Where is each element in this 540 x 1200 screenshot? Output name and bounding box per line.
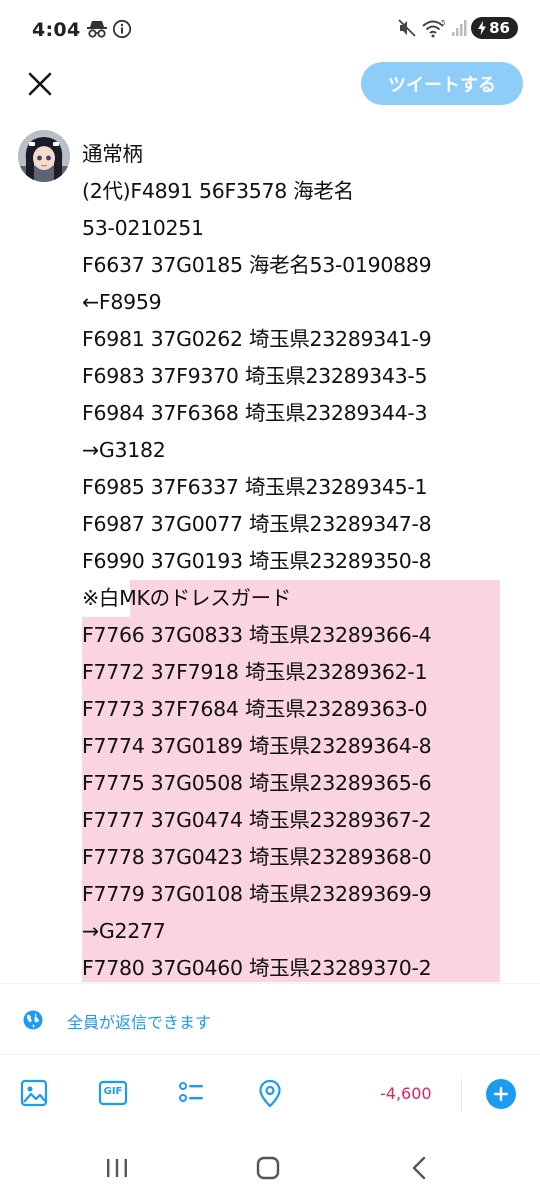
tweet-line: ←F8959 [82,290,162,314]
battery-indicator: 86 [471,17,518,39]
location-icon[interactable] [255,1078,285,1108]
tweet-line: F6987 37G0077 埼玉県23289347-8 [82,512,432,536]
tweet-line-overflow: F7780 37G0460 埼玉県23289370-2 [82,950,500,982]
status-bar: 4:04 5 86 [0,0,540,62]
character-count: -4,600 [380,1084,432,1103]
poll-icon[interactable] [176,1078,206,1108]
recent-apps-icon[interactable] [102,1153,132,1183]
close-button[interactable] [24,68,56,100]
gif-label: GIF [103,1086,123,1097]
status-left-icons [86,19,132,39]
charging-bolt-icon [478,21,487,35]
reply-setting[interactable]: 全員が返信できます [0,983,540,1055]
tweet-line-overflow: ※白MKのドレスガード [82,580,500,617]
image-icon[interactable] [19,1078,49,1108]
tweet-line-overflow: F7773 37F7684 埼玉県23289363-0 [82,691,500,728]
tweet-line-overflow: F7777 37G0474 埼玉県23289367-2 [82,802,500,839]
tweet-line: F6981 37G0262 埼玉県23289341-9 [82,327,432,351]
incognito-icon [87,21,107,38]
tweet-button[interactable]: ツイートする [361,62,523,105]
wifi-icon: 5 [422,19,446,38]
status-time: 4:04 [32,19,81,41]
gif-button[interactable]: GIF [98,1078,128,1108]
home-icon[interactable] [253,1153,283,1183]
tweet-line: F6637 37G0185 海老名53-0190889 [82,253,432,277]
tweet-line: 53-0210251 [82,216,204,240]
globe-icon [23,1010,43,1030]
signal-icon [452,20,467,36]
tweet-line-overflow: F7774 37G0189 埼玉県23289364-8 [82,728,500,765]
tweet-line-overflow: F7779 37G0108 埼玉県23289369-9 [82,876,500,913]
tweet-line-overflow: F7778 37G0423 埼玉県23289368-0 [82,839,500,876]
add-thread-button[interactable] [486,1079,516,1109]
tweet-line: →G3182 [82,438,166,462]
tweet-line: (2代)F4891 56F3578 海老名 [82,179,354,203]
plus-icon [493,1086,509,1102]
battery-level: 86 [489,19,510,37]
tweet-line: 通常柄 [82,142,143,166]
svg-text:5: 5 [441,19,445,27]
tweet-line-overflow: F7772 37F7918 埼玉県23289362-1 [82,654,500,691]
mute-icon [398,19,416,37]
toolbar-divider [461,1078,462,1112]
tweet-line-overflow: →G2277 [82,913,500,950]
avatar-image [18,130,70,182]
tweet-line: F6984 37F6368 埼玉県23289344-3 [82,401,428,425]
status-right: 5 86 [397,17,518,39]
reply-setting-label[interactable]: 全員が返信できます [67,1009,211,1033]
tweet-text-area[interactable]: 通常柄 (2代)F4891 56F3578 海老名 53-0210251 F66… [82,136,522,982]
back-icon[interactable] [405,1153,435,1183]
tweet-line: F6985 37F6337 埼玉県23289345-1 [82,475,428,499]
tweet-line: F6990 37G0193 埼玉県23289350-8 [82,549,432,573]
tweet-line-overflow: F7766 37G0833 埼玉県23289366-4 [82,617,500,654]
close-icon [28,72,52,96]
tweet-line-overflow: F7775 37G0508 埼玉県23289365-6 [82,765,500,802]
info-icon [112,19,132,39]
system-nav-bar [0,1136,540,1200]
compose-toolbar: GIF [0,1056,540,1136]
avatar[interactable] [18,130,70,182]
tweet-line: F6983 37F9370 埼玉県23289343-5 [82,364,428,388]
